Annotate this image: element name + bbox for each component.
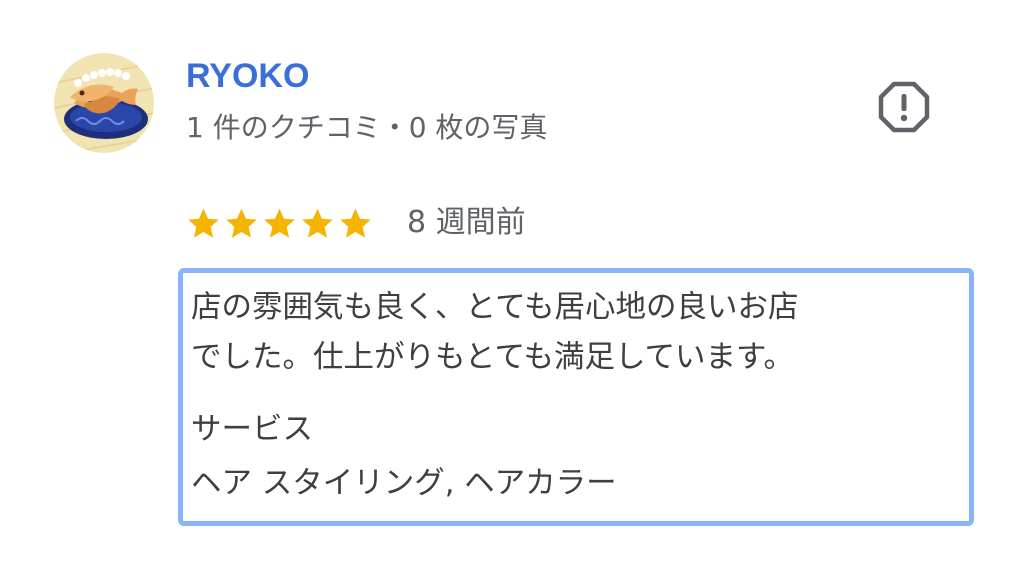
rating-row: 8 週間前 <box>186 198 526 248</box>
review-body: 店の雰囲気も良く、とても居心地の良いお店 でした。仕上がりもとても満足しています… <box>178 268 974 526</box>
report-button[interactable] <box>876 79 932 135</box>
star-icon <box>264 208 295 238</box>
review-card: RYOKO 1 件のクチコミ・0 枚の写真 8 週間前 店の雰囲気も良く、とても… <box>0 0 1024 568</box>
flag-report-icon <box>878 81 930 133</box>
review-text-line: 店の雰囲気も良く、とても居心地の良いお店 <box>191 290 799 325</box>
star-icon <box>302 208 333 238</box>
services-section: サービス ヘア スタイリング, ヘアカラー <box>191 403 969 511</box>
author-name[interactable]: RYOKO <box>186 54 309 98</box>
services-label: サービス <box>191 412 313 447</box>
star-rating <box>186 206 373 241</box>
review-date: 8 週間前 <box>407 205 526 240</box>
review-text-line: でした。仕上がりもとても満足しています。 <box>191 340 794 375</box>
star-icon <box>226 208 257 238</box>
star-icon <box>188 208 219 238</box>
taiyaki-avatar-icon <box>54 53 154 153</box>
star-icon <box>340 208 371 238</box>
review-text: 店の雰囲気も良く、とても居心地の良いお店 でした。仕上がりもとても満足しています… <box>191 283 969 383</box>
services-value: ヘア スタイリング, ヘアカラー <box>191 466 617 501</box>
avatar[interactable] <box>54 53 154 153</box>
author-meta: 1 件のクチコミ・0 枚の写真 <box>186 111 548 144</box>
